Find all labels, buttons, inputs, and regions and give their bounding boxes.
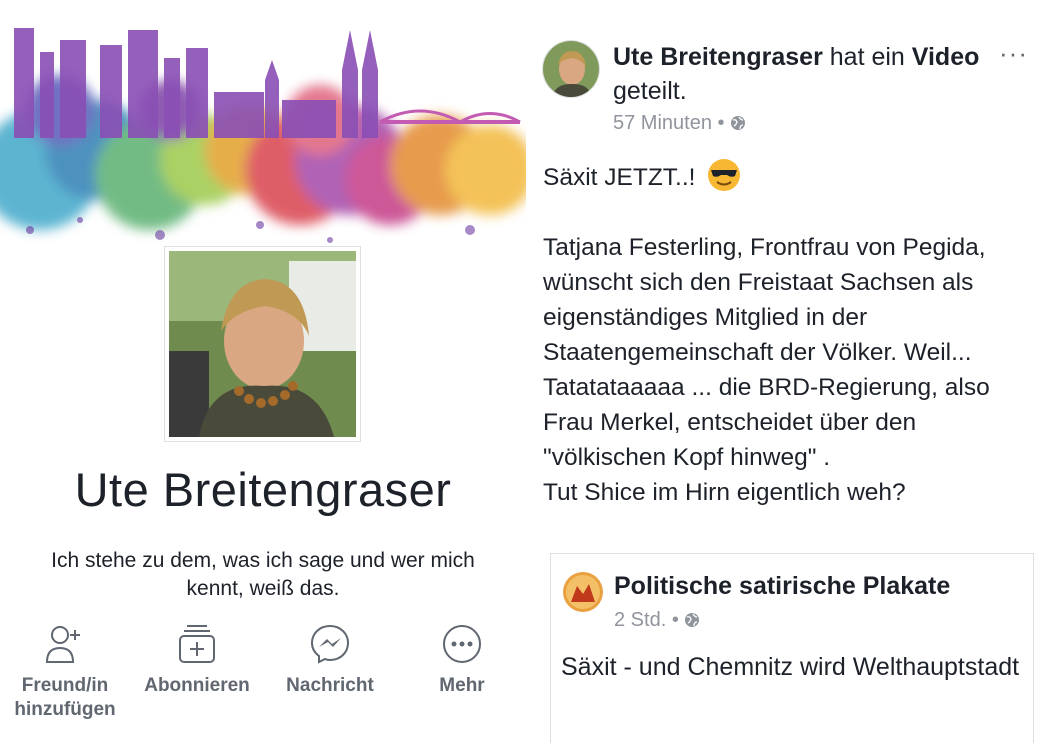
profile-bio: Ich stehe zu dem, was ich sage und wer m… xyxy=(51,549,475,600)
post-author-name[interactable]: Ute Breitengraser xyxy=(613,43,823,71)
message-button[interactable]: Nachricht xyxy=(270,624,390,698)
subscribe-icon xyxy=(179,625,215,663)
post-action-suffix: geteilt. xyxy=(613,77,687,105)
profile-actions: Freund/in hinzufügen Abonnieren Nachrich… xyxy=(0,624,526,724)
post-object-link[interactable]: Video xyxy=(912,43,980,71)
cover-photo[interactable] xyxy=(0,0,526,270)
more-icon xyxy=(443,625,481,663)
add-friend-button[interactable]: Freund/in hinzufügen xyxy=(5,624,125,722)
post-header: Ute Breitengraser hat ein Video geteilt. xyxy=(613,40,983,108)
post-author-avatar[interactable] xyxy=(542,40,600,98)
shared-post-text: Säxit - und Chemnitz wird Welthauptstadt xyxy=(561,653,1020,681)
shared-page-name[interactable]: Politische satirische Plakate xyxy=(614,572,950,601)
author-avatar-illustration xyxy=(543,41,599,97)
subscribe-button[interactable]: Abonnieren xyxy=(137,624,257,698)
profile-picture[interactable] xyxy=(164,246,361,442)
post-meta: 57 Minuten • xyxy=(613,112,746,135)
post-action-text: hat ein xyxy=(822,43,912,71)
profile-photo-illustration xyxy=(169,251,356,437)
subscribe-label: Abonnieren xyxy=(144,675,250,696)
post-options-button[interactable]: ··· xyxy=(999,38,1028,69)
post-body: Säxit JETZT..! Tatjana Festerling, Front… xyxy=(543,158,1039,510)
message-label: Nachricht xyxy=(286,675,374,696)
shared-page-avatar-illustration xyxy=(563,572,603,612)
post-blank-line xyxy=(543,195,1039,230)
sunglasses-emoji-icon xyxy=(708,159,741,191)
shared-timestamp[interactable]: 2 Std. xyxy=(614,609,666,631)
shared-page-avatar[interactable] xyxy=(563,572,603,612)
profile-name: Ute Breitengraser xyxy=(74,463,452,516)
messenger-icon xyxy=(310,624,350,664)
globe-icon xyxy=(685,613,700,627)
post-line-1: Säxit JETZT..! xyxy=(543,164,696,191)
shared-post-card[interactable]: Politische satirische Plakate 2 Std. • S… xyxy=(550,553,1034,743)
post-timestamp[interactable]: 57 Minuten xyxy=(613,112,712,134)
post-question: Tut Shice im Hirn eigentlich weh? xyxy=(543,479,906,506)
post-paragraph: Tatjana Festerling, Frontfrau von Pegida… xyxy=(543,234,990,471)
globe-icon xyxy=(731,116,746,130)
add-friend-icon xyxy=(45,626,80,663)
profile-panel: Ute Breitengraser Ich stehe zu dem, was … xyxy=(0,0,526,731)
more-label: Mehr xyxy=(439,675,485,696)
more-button[interactable]: Mehr xyxy=(402,624,522,698)
add-friend-label: Freund/in hinzufügen xyxy=(14,675,116,720)
shared-meta-separator: • xyxy=(666,609,685,631)
post-panel: Ute Breitengraser hat ein Video geteilt.… xyxy=(526,0,1050,743)
cover-skyline-illustration xyxy=(0,0,526,270)
shared-meta: 2 Std. • xyxy=(614,609,700,632)
meta-separator: • xyxy=(711,112,731,134)
